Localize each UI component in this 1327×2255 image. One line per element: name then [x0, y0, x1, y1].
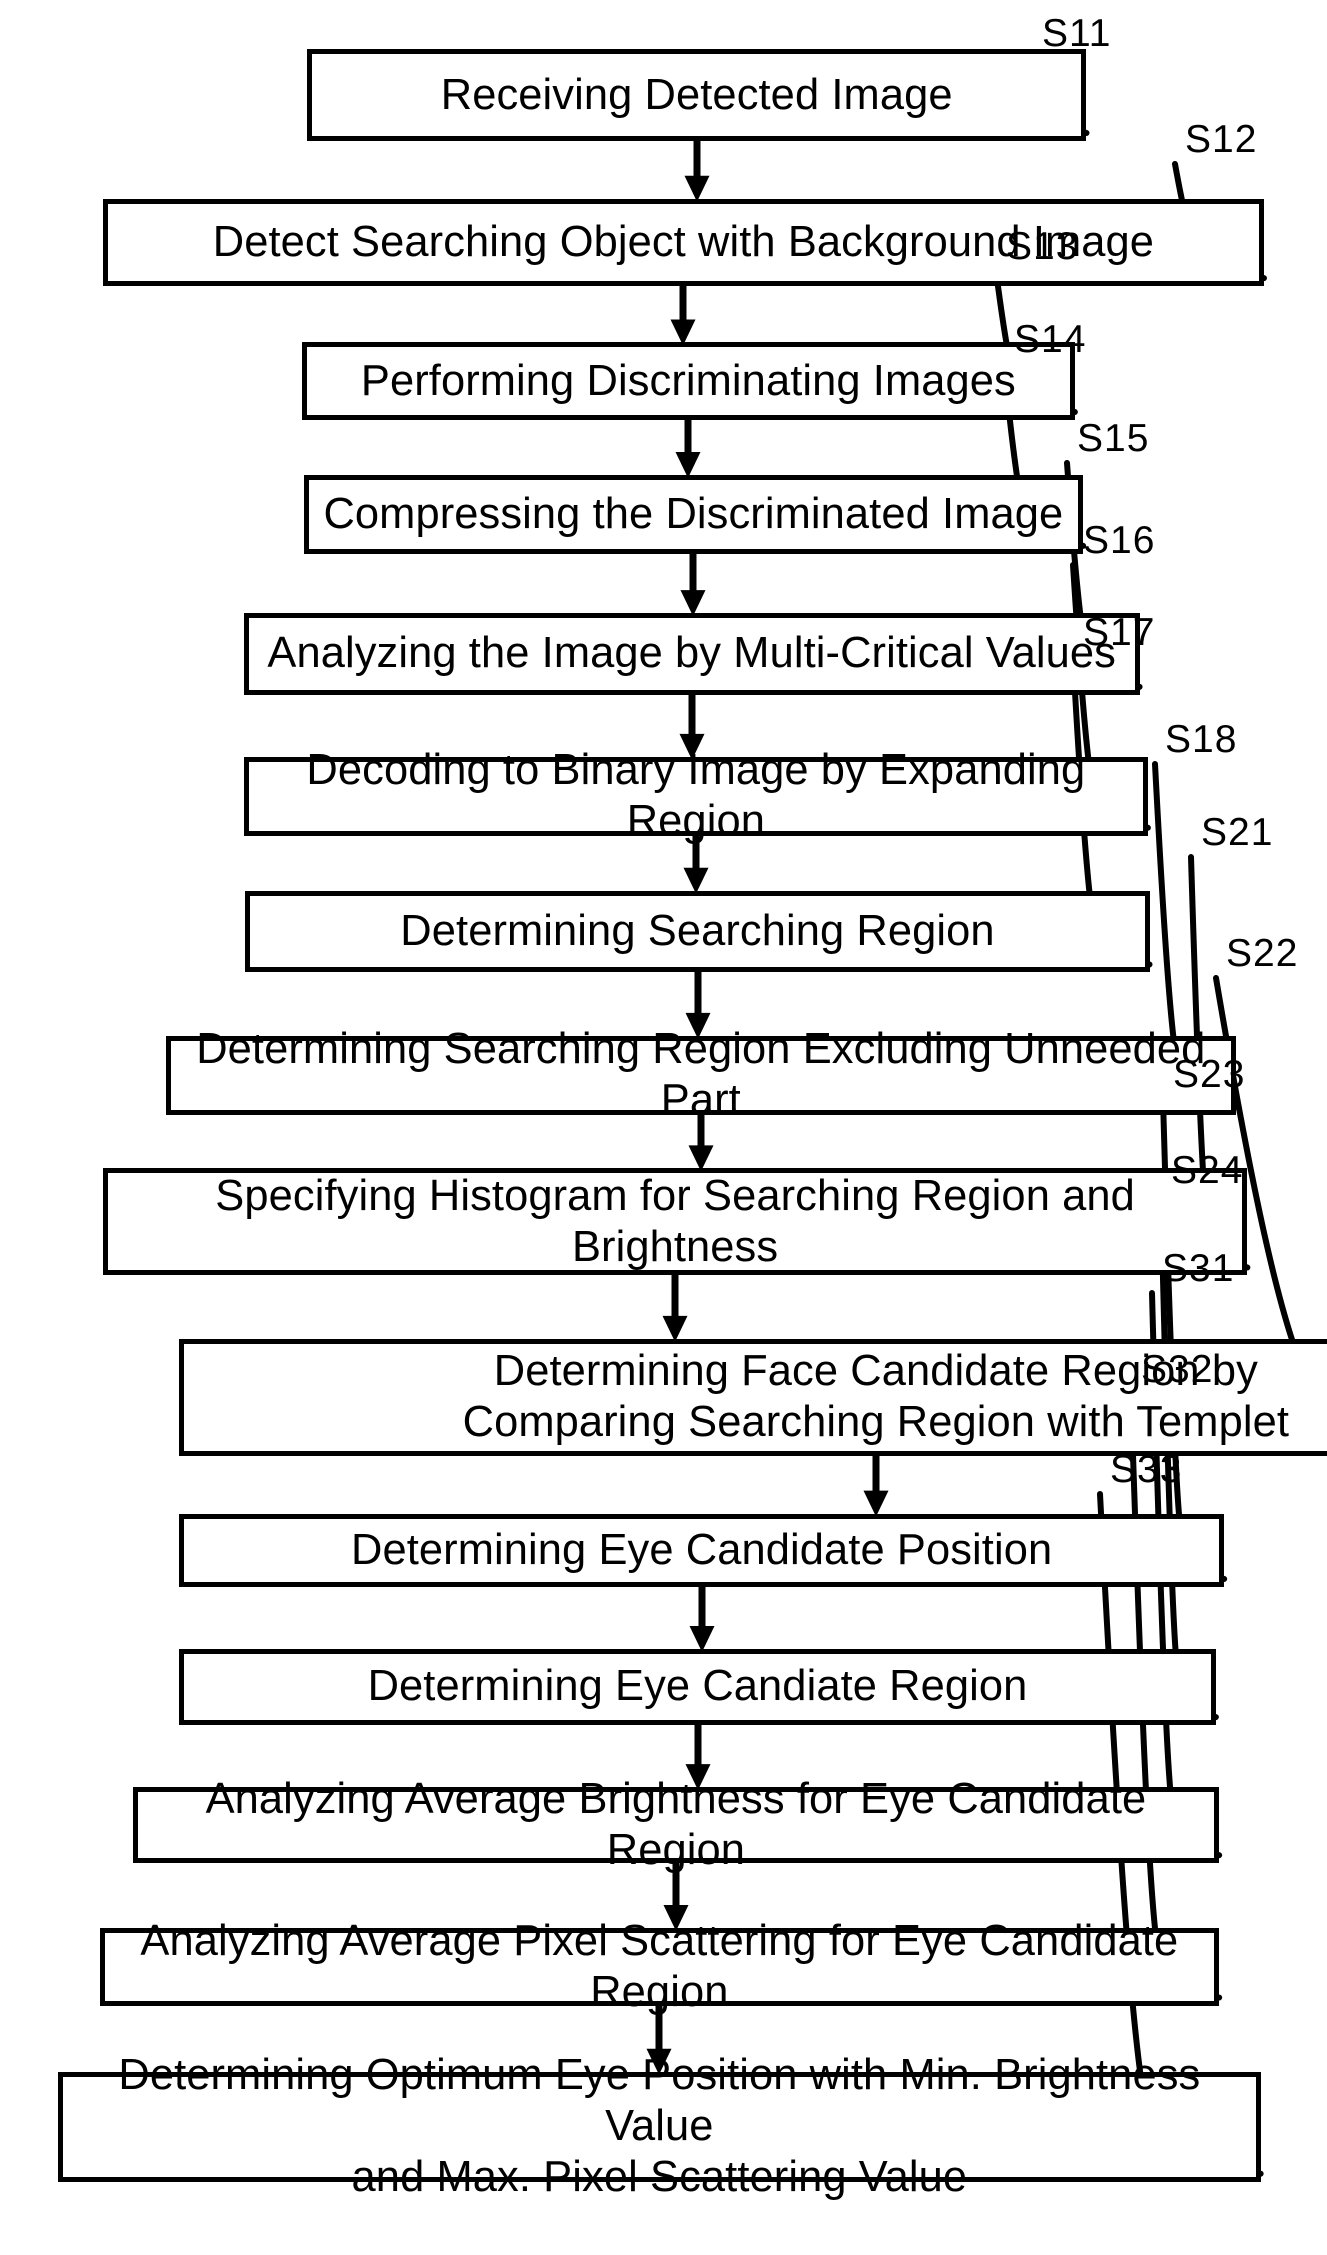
flow-node-label: Determining Optimum Eye Position with Mi… [118, 2050, 1201, 2202]
flow-node-s16: Decoding to Binary Image by Expanding Re… [243, 746, 1148, 845]
flow-node-s17: Determining Searching Region [245, 890, 1150, 973]
step-label-s24: S24 [1171, 1149, 1244, 1192]
flow-node-label: Receiving Detected Image [440, 70, 953, 119]
step-label-s17: S17 [1083, 611, 1156, 654]
flow-node-s32: Analyzing Average Pixel Scattering for E… [99, 1917, 1220, 2016]
step-label-s33: S33 [1110, 1448, 1183, 1491]
flow-node-label: Determining Searching Region [400, 906, 995, 955]
flow-node-s33: Determining Optimum Eye Position with Mi… [58, 2051, 1261, 2201]
flow-node-label: Analyzing Average Brightness for Eye Can… [205, 1774, 1147, 1875]
step-label-s18: S18 [1165, 718, 1238, 761]
flow-node-label: Determining Eye Candidate Position [351, 1525, 1053, 1574]
flow-node-s21: Specifying Histogram for Searching Regio… [102, 1168, 1248, 1276]
flow-node-label: Analyzing the Image by Multi-Critical Va… [267, 629, 1116, 678]
flow-node-label: Analyzing Average Pixel Scattering for E… [140, 1916, 1179, 2016]
flow-node-s18: Determining Searching Region Excluding U… [165, 1025, 1236, 1124]
flow-node-s15: Analyzing the Image by Multi-Critical Va… [243, 613, 1140, 695]
flow-node-s11: Receiving Detected Image [306, 49, 1087, 141]
flowchart-page: Receiving Detected Image Detect Searching… [0, 0, 1327, 2255]
flow-node-s24: Determining Eye Candiate Region [179, 1648, 1216, 1726]
step-label-s13: S13 [1006, 225, 1079, 268]
flow-node-label: Determining Eye Candiate Region [367, 1662, 1028, 1711]
step-label-s12: S12 [1185, 118, 1258, 161]
step-label-s21: S21 [1201, 811, 1274, 854]
flow-node-label: Decoding to Binary Image by Expanding Re… [306, 746, 1086, 846]
step-label-s11: S11 [1042, 12, 1112, 55]
step-label-s14: S14 [1014, 318, 1087, 361]
step-label-s16: S16 [1083, 519, 1156, 562]
step-label-s23: S23 [1173, 1053, 1246, 1096]
flow-node-s23: Determining Eye Candidate Position [179, 1513, 1225, 1587]
step-label-s31: S31 [1162, 1247, 1235, 1290]
flow-node-s12: Detect Searching Object with Background … [102, 198, 1264, 287]
flow-node-label: Performing Discriminating Images [360, 356, 1016, 405]
flow-node-s14: Compressing the Discriminated Image [303, 474, 1084, 554]
step-label-s22: S22 [1226, 932, 1299, 975]
flow-node-label: Determining Searching Region Excluding U… [196, 1025, 1206, 1125]
flow-node-label: Specifying Histogram for Searching Regio… [215, 1171, 1135, 1271]
flow-node-s31: Analyzing Average Brightness for Eye Can… [132, 1775, 1220, 1874]
step-label-s32: S32 [1141, 1348, 1214, 1391]
step-label-s15: S15 [1077, 417, 1150, 460]
flow-node-s13: Performing Discriminating Images [301, 342, 1075, 420]
flow-node-label: Compressing the Discriminated Image [323, 489, 1064, 538]
